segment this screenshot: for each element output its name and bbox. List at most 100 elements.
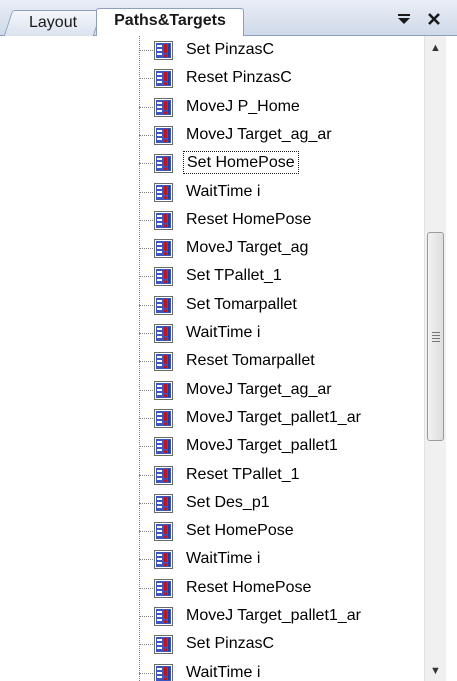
tree-branch-line [139, 333, 153, 334]
tree-item-label: Set HomePose [186, 522, 294, 540]
paths-targets-tree[interactable]: Set PinzasC Reset PinzasC MoveJ P_Home Move… [0, 36, 424, 681]
rapid-instruction-icon [154, 550, 173, 570]
tree-item[interactable]: Reset HomePose [139, 206, 419, 234]
tab-bar: Layout Paths&Targets [0, 0, 457, 36]
tree-item-label: Reset Tomarpallet [186, 352, 315, 370]
tree-branch-line [139, 474, 153, 476]
tree-item[interactable]: WaitTime i [139, 545, 419, 573]
rapid-instruction-icon [154, 380, 173, 400]
rapid-instruction-icon [154, 41, 173, 60]
tree-branch-line [139, 248, 153, 250]
tree-branch-line [139, 672, 153, 674]
tree-item[interactable]: MoveJ P_Home [139, 93, 419, 121]
tab-paths-targets[interactable]: Paths&Targets [96, 8, 244, 36]
tree-item-label: Set PinzasC [186, 41, 275, 58]
rapid-instruction-icon [154, 578, 173, 598]
vertical-scrollbar[interactable]: ▲ ▼ [424, 36, 446, 681]
panel-edge [446, 36, 457, 681]
tree-item[interactable]: MoveJ Target_ag_ar [139, 121, 419, 149]
rapid-instruction-icon [154, 522, 173, 542]
tree-item-label: Set Tomarpallet [186, 295, 297, 313]
dropdown-arrow-icon[interactable] [394, 9, 414, 29]
tab-paths-targets-label: Paths&Targets [114, 12, 226, 29]
tree-item-label: Set TPallet_1 [186, 267, 282, 285]
tree-item[interactable]: Set HomePose [139, 149, 419, 177]
tree-item[interactable]: Set PinzasC [139, 630, 419, 658]
tree-item-label: WaitTime i [186, 182, 261, 200]
tree-branch-line [139, 276, 153, 278]
tree-item-label: WaitTime i [186, 550, 261, 568]
tree-item[interactable]: MoveJ Target_ag [139, 234, 419, 262]
rapid-instruction-icon [154, 607, 173, 626]
tree-branch-line [139, 134, 153, 136]
tree-item-label: MoveJ Target_pallet1 [186, 437, 338, 455]
rapid-instruction-icon [154, 493, 173, 513]
tree-item[interactable]: Set PinzasC [139, 36, 419, 64]
tree-item[interactable]: MoveJ Target_ag_ar [139, 376, 419, 404]
tree-branch-line [139, 163, 153, 165]
tree-item-label: Reset HomePose [186, 578, 312, 596]
rapid-instruction-icon [154, 635, 173, 655]
tree-item[interactable]: MoveJ Target_pallet1_ar [139, 602, 419, 630]
tree-item-label: WaitTime i [186, 663, 261, 681]
tree-branch-line [139, 587, 153, 589]
tree-item-label: Reset HomePose [186, 210, 312, 228]
tab-layout-label: Layout [28, 14, 78, 31]
tree-branch-line [139, 389, 153, 391]
rapid-instruction-icon [154, 69, 173, 89]
scrollbar-thumb[interactable] [427, 232, 444, 441]
tree-item[interactable]: Reset PinzasC [139, 64, 419, 92]
tree-item-label: MoveJ Target_pallet1_ar [186, 607, 361, 624]
tree-branch-line [139, 78, 153, 80]
tree-item-label: WaitTime i [186, 324, 261, 341]
tree-item[interactable]: Reset TPallet_1 [139, 461, 419, 489]
rapid-instruction-icon [154, 465, 173, 485]
tree-branch-line [139, 191, 153, 193]
tree-item-label: Set HomePose [183, 151, 299, 175]
tree-item-label: MoveJ Target_ag_ar [186, 125, 332, 143]
rapid-instruction-icon [154, 210, 173, 230]
tree-item[interactable]: WaitTime i [139, 319, 419, 347]
rapid-instruction-icon [154, 663, 173, 681]
tree-item[interactable]: Set Des_p1 [139, 489, 419, 517]
tree-item[interactable]: Set TPallet_1 [139, 262, 419, 290]
tree-item[interactable]: MoveJ Target_pallet1 [139, 432, 419, 460]
tree-item-label: MoveJ Target_ag [186, 239, 309, 257]
rapid-instruction-icon [154, 352, 173, 372]
rapid-instruction-icon [154, 154, 173, 174]
rapid-instruction-icon [154, 324, 173, 343]
close-icon[interactable] [424, 9, 444, 29]
tree-item[interactable]: Set HomePose [139, 517, 419, 545]
scroll-down-icon[interactable]: ▼ [425, 661, 446, 681]
tree-item-label: Set PinzasC [186, 635, 275, 653]
tree-item-label: MoveJ Target_ag_ar [186, 380, 332, 398]
tree-branch-line [139, 219, 153, 221]
rapid-instruction-icon [154, 125, 173, 145]
tree-branch-line [139, 531, 153, 533]
rapid-instruction-icon [154, 182, 173, 202]
tab-layout[interactable]: Layout [3, 10, 103, 36]
tree-item[interactable]: Set Tomarpallet [139, 291, 419, 319]
tree-branch-line [139, 502, 153, 504]
tree-item[interactable]: Reset HomePose [139, 574, 419, 602]
tree-branch-line [139, 304, 153, 306]
tree-branch-line [139, 559, 153, 561]
tree-branch-line [139, 644, 153, 646]
tree-item[interactable]: Reset Tomarpallet [139, 347, 419, 375]
tree-item[interactable]: WaitTime i [139, 178, 419, 206]
tree-branch-line [139, 106, 153, 108]
tree-item[interactable]: MoveJ Target_pallet1_ar [139, 404, 419, 432]
rapid-instruction-icon [154, 267, 173, 287]
tree-item-label: Reset TPallet_1 [186, 465, 300, 483]
rapid-instruction-icon [154, 408, 173, 428]
tree-branch-line [139, 446, 153, 448]
tree-branch-line [139, 616, 153, 617]
tree-branch-line [139, 361, 153, 363]
tree-item-label: MoveJ P_Home [186, 97, 300, 115]
tree-item[interactable]: WaitTime i [139, 659, 419, 681]
rapid-instruction-icon [154, 239, 173, 259]
tree-item-label: Set Des_p1 [186, 493, 270, 511]
tree-item-label: MoveJ Target_pallet1_ar [186, 408, 361, 426]
scroll-up-icon[interactable]: ▲ [425, 38, 446, 58]
tree-item-label: Reset PinzasC [186, 69, 292, 87]
